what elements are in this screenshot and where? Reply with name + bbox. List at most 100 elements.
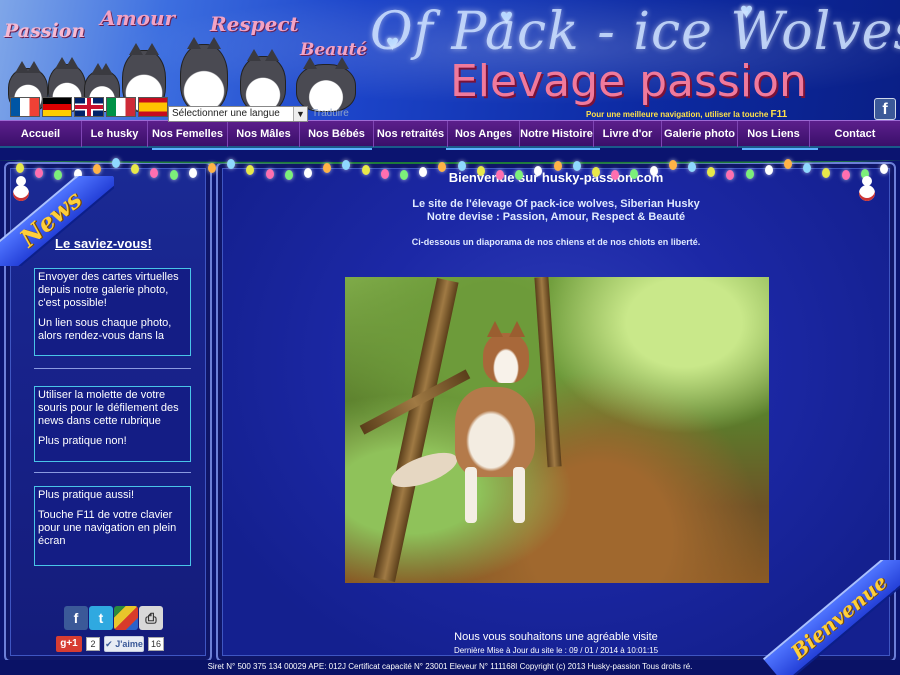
light-bulb-icon xyxy=(803,163,812,174)
light-bulb-icon xyxy=(150,168,159,179)
nav-item-accueil[interactable]: Accueil xyxy=(0,121,82,147)
nav-item-livre-dor[interactable]: Livre d'or xyxy=(594,121,662,147)
light-bulb-icon xyxy=(688,162,696,173)
f11-key: F11 xyxy=(770,109,788,120)
light-bulb-icon xyxy=(745,169,754,180)
nav-item-notre-histoire[interactable]: Notre Histoire xyxy=(520,121,594,147)
light-bulb-icon xyxy=(572,161,581,172)
print-icon[interactable]: ⎙ xyxy=(139,606,163,630)
light-bulb-icon xyxy=(764,165,773,176)
light-bulb-icon xyxy=(112,158,120,169)
share-icons: f t ⎙ xyxy=(64,606,163,630)
christmas-lights-decoration xyxy=(0,150,900,182)
light-bulb-icon xyxy=(208,163,216,174)
language-select[interactable]: Sélectionner une langue ▼ xyxy=(168,106,308,122)
news-text: Envoyer des cartes virtuelles depuis not… xyxy=(38,271,179,309)
light-bulb-icon xyxy=(284,169,293,180)
nav-item-nos-anges[interactable]: Nos Anges xyxy=(448,121,520,147)
nav-item-nos-bebes[interactable]: Nos Bébés xyxy=(300,121,374,147)
news-divider xyxy=(34,368,191,369)
light-bulb-icon xyxy=(649,165,658,176)
light-bulb-icon xyxy=(400,169,408,180)
light-bulb-icon xyxy=(784,159,792,170)
news-item[interactable]: Utiliser la molette de votre souris pour… xyxy=(34,386,191,462)
social-counters: g+1 2 ✔ J'aime 16 xyxy=(56,636,165,652)
intro-line: Le site de l'élevage Of pack-ice wolves,… xyxy=(412,198,700,210)
light-bulb-icon xyxy=(880,164,888,175)
light-bulb-icon xyxy=(611,169,620,180)
gmail-share-icon[interactable] xyxy=(114,606,138,630)
nav-item-nos-liens[interactable]: Nos Liens xyxy=(738,121,810,147)
thumbs-up-icon: ✔ xyxy=(105,639,116,649)
light-bulb-icon xyxy=(515,169,524,180)
main-navigation: Accueil Le husky Nos Femelles Nos Mâles … xyxy=(0,120,900,148)
f11-hint: Pour une meilleure navigation, utiliser … xyxy=(586,109,787,120)
chevron-down-icon: ▼ xyxy=(293,107,307,121)
nav-item-le-husky[interactable]: Le husky xyxy=(82,121,148,147)
news-ribbon-label: News xyxy=(0,176,114,266)
nav-item-contact[interactable]: Contact xyxy=(810,121,900,147)
light-bulb-icon xyxy=(630,169,639,180)
light-bulb-icon xyxy=(726,169,735,180)
light-bulb-icon xyxy=(419,167,428,178)
light-bulb-icon xyxy=(246,164,255,175)
light-bulb-icon xyxy=(131,163,140,174)
nav-item-nos-femelles[interactable]: Nos Femelles xyxy=(148,121,228,147)
flag-it-icon[interactable] xyxy=(106,97,136,117)
language-select-value: Sélectionner une langue xyxy=(172,108,280,119)
light-bulb-icon xyxy=(553,160,562,171)
light-bulb-icon xyxy=(822,167,831,178)
news-ribbon: News xyxy=(0,176,114,266)
google-plus-count: 2 xyxy=(86,637,100,651)
like-label: J'aime xyxy=(115,639,143,649)
news-text: Plus pratique aussi! xyxy=(38,489,134,501)
nav-item-nos-retraites[interactable]: Nos retraités xyxy=(374,121,448,147)
site-title-line2: Elevage passion xyxy=(450,56,807,107)
nav-item-nos-males[interactable]: Nos Mâles xyxy=(228,121,300,147)
nav-item-galerie-photo[interactable]: Galerie photo xyxy=(662,121,738,147)
light-bulb-icon xyxy=(668,160,677,171)
light-bulb-icon xyxy=(227,158,236,169)
news-text: Utiliser la molette de votre souris pour… xyxy=(38,389,179,427)
script-word-respect: Respect xyxy=(210,12,299,36)
facebook-share-icon[interactable]: f xyxy=(64,606,88,630)
script-word-passion: Passion xyxy=(4,20,86,42)
light-bulb-icon xyxy=(92,164,101,175)
script-word-beaute: Beauté xyxy=(300,40,368,60)
flag-de-icon[interactable] xyxy=(42,97,72,117)
facebook-icon[interactable]: f xyxy=(874,98,896,120)
flag-es-icon[interactable] xyxy=(138,97,168,117)
news-text: Plus pratique non! xyxy=(38,435,127,447)
like-button[interactable]: ✔ J'aime xyxy=(104,636,144,652)
language-flags xyxy=(10,97,168,117)
light-bulb-icon xyxy=(476,166,485,177)
light-bulb-icon xyxy=(707,167,716,178)
f11-hint-text: Pour une meilleure navigation, utiliser … xyxy=(586,110,769,119)
bienvenue-ribbon: Bienvenue xyxy=(760,560,900,675)
slideshow-photo[interactable] xyxy=(345,277,769,583)
flag-fr-icon[interactable] xyxy=(10,97,40,117)
flag-uk-icon[interactable] xyxy=(74,97,104,117)
light-bulb-icon xyxy=(457,160,466,171)
light-bulb-icon xyxy=(380,169,389,180)
site-title-line1: Of Pack - ice Wolves xyxy=(370,2,900,62)
light-bulb-icon xyxy=(304,167,312,178)
script-word-amour: Amour xyxy=(100,6,176,30)
light-bulb-icon xyxy=(342,159,351,170)
light-bulb-icon xyxy=(16,163,24,174)
light-bulb-icon xyxy=(323,162,332,173)
light-bulb-icon xyxy=(188,168,197,179)
light-bulb-icon xyxy=(265,168,274,179)
light-bulb-icon xyxy=(169,169,178,180)
news-divider xyxy=(34,472,191,473)
translate-label: Traduire xyxy=(312,108,349,119)
news-item[interactable]: Envoyer des cartes virtuelles depuis not… xyxy=(34,268,191,356)
news-item[interactable]: Plus pratique aussi! Touche F11 de votre… xyxy=(34,486,191,566)
like-count: 16 xyxy=(148,637,165,651)
news-text: Touche F11 de votre clavier pour une nav… xyxy=(38,509,177,547)
light-bulb-icon xyxy=(496,169,504,180)
google-plus-button[interactable]: g+1 xyxy=(56,636,82,652)
intro-line: Notre devise : Passion, Amour, Respect &… xyxy=(426,211,686,223)
twitter-share-icon[interactable]: t xyxy=(89,606,113,630)
news-text: Un lien sous chaque photo, alors rendez-… xyxy=(38,317,172,342)
